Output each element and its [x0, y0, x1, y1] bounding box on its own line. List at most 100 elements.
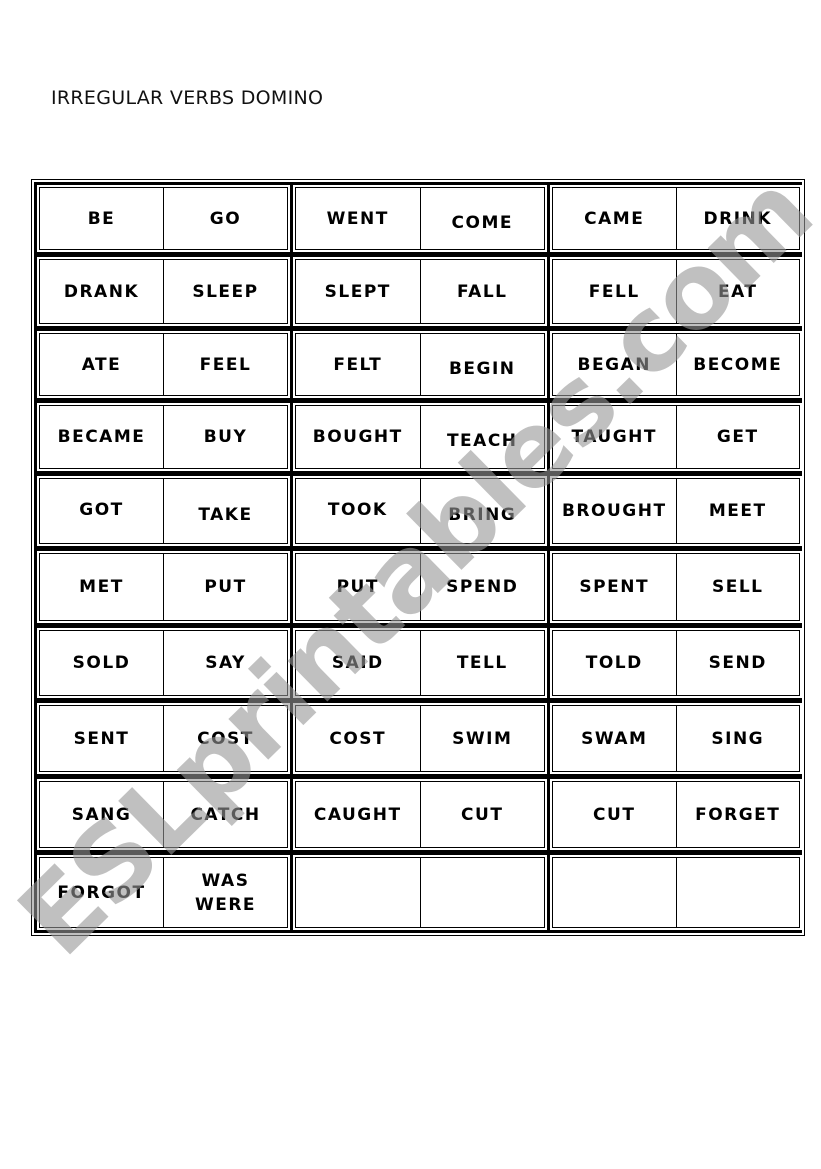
domino-card: BE GO — [37, 185, 290, 252]
domino-board: BE GO WENT COME CAME DRINK DRANK SLEEP SLEPT FALL… — [31, 179, 805, 936]
domino-left-word: BOUGHT — [296, 406, 421, 468]
domino-left-word: BE — [40, 188, 164, 249]
domino-card-inner: GOT TAKE — [39, 478, 288, 544]
domino-card-inner: CAME DRINK — [552, 187, 800, 250]
board-frame: BE GO WENT COME CAME DRINK DRANK SLEEP SLEPT FALL… — [34, 182, 802, 933]
document-title: IRREGULAR VERBS DOMINO — [51, 87, 324, 109]
domino-card-inner: SPENT SELL — [552, 553, 800, 621]
domino-card: BROUGHT MEET — [550, 476, 802, 546]
domino-left-word: CAUGHT — [296, 782, 421, 847]
domino-card-inner: SWAM SING — [552, 705, 800, 772]
domino-left-word: BROUGHT — [553, 479, 677, 543]
domino-left-word: BECAME — [40, 406, 164, 468]
domino-left-word: PUT — [296, 554, 421, 620]
domino-card-inner: SOLD SAY — [39, 630, 288, 696]
domino-card-inner: MET PUT — [39, 553, 288, 621]
domino-right-word: EAT — [717, 281, 758, 302]
domino-card: TOLD SEND — [550, 628, 802, 698]
domino-card — [550, 855, 802, 930]
domino-card-inner: CAUGHT CUT — [295, 781, 545, 848]
domino-left-word: MET — [40, 554, 164, 620]
domino-card: BECAME BUY — [37, 403, 290, 471]
domino-right-word: SELL — [711, 577, 764, 597]
domino-card-inner: CUT FORGET — [552, 781, 800, 848]
domino-card: FELL EAT — [550, 257, 802, 326]
domino-card-inner: COST SWIM — [295, 705, 545, 772]
domino-left-word: SAID — [296, 631, 421, 695]
domino-card-inner: SENT COST — [39, 705, 288, 772]
domino-card-inner: FELL EAT — [552, 259, 800, 324]
domino-right-word: SPEND — [446, 577, 519, 597]
domino-left-word: DRANK — [40, 260, 164, 323]
domino-right-word: COME — [451, 212, 513, 233]
domino-right-word: GET — [716, 427, 759, 447]
domino-left-word: GOT — [40, 479, 164, 543]
domino-left-word: SENT — [40, 706, 164, 771]
domino-left-word — [296, 858, 421, 927]
domino-right-word: CUT — [461, 804, 504, 825]
domino-card-inner: BE GO — [39, 187, 288, 250]
domino-card: SANG CATCH — [37, 779, 290, 850]
domino-card: COST SWIM — [293, 703, 547, 774]
domino-card-inner: BECAME BUY — [39, 405, 288, 469]
domino-card: SOLD SAY — [37, 628, 290, 698]
domino-right-word: CATCH — [190, 804, 261, 825]
domino-right-word: SAY — [205, 653, 246, 673]
domino-grid: BE GO WENT COME CAME DRINK DRANK SLEEP SLEPT FALL… — [37, 185, 802, 930]
domino-card: TAUGHT GET — [550, 403, 802, 471]
domino-card: SPENT SELL — [550, 551, 802, 623]
domino-card-inner: BEGAN BECOME — [552, 333, 800, 396]
domino-right-word: TAKE — [198, 505, 253, 525]
domino-left-word: FELL — [553, 260, 677, 323]
domino-card-inner: BOUGHT TEACH — [295, 405, 545, 469]
domino-left-word: SLEPT — [296, 260, 421, 323]
domino-card: CUT FORGET — [550, 779, 802, 850]
domino-card: SENT COST — [37, 703, 290, 774]
domino-right-word: BEGIN — [448, 358, 516, 379]
domino-left-word: CUT — [553, 782, 677, 847]
domino-right-word: GO — [209, 208, 242, 229]
domino-left-word: SOLD — [40, 631, 164, 695]
domino-card-inner — [295, 857, 545, 928]
domino-left-word: COST — [296, 706, 421, 771]
domino-card: BOUGHT TEACH — [293, 403, 547, 471]
domino-card: CAUGHT CUT — [293, 779, 547, 850]
domino-card: GOT TAKE — [37, 476, 290, 546]
domino-card: SLEPT FALL — [293, 257, 547, 326]
domino-card: MET PUT — [37, 551, 290, 623]
domino-card: FELT BEGIN — [293, 331, 547, 398]
domino-right-word — [677, 858, 800, 927]
domino-card-inner: SANG CATCH — [39, 781, 288, 848]
domino-card: FORGOT WAS WERE — [37, 855, 290, 930]
domino-card-inner: PUT SPEND — [295, 553, 545, 621]
domino-card: BEGAN BECOME — [550, 331, 802, 398]
domino-left-word: WENT — [296, 188, 421, 249]
domino-right-word: FALL — [457, 281, 508, 302]
domino-card: TOOK BRING — [293, 476, 547, 546]
domino-left-word: CAME — [553, 188, 677, 249]
domino-right-word: BRING — [448, 505, 517, 525]
domino-card: DRANK SLEEP — [37, 257, 290, 326]
domino-left-word: FELT — [296, 334, 421, 395]
domino-card: SAID TELL — [293, 628, 547, 698]
domino-card: WENT COME — [293, 185, 547, 252]
domino-right-word: MEET — [708, 501, 767, 521]
domino-left-word: SWAM — [553, 706, 677, 771]
domino-left-word — [553, 858, 677, 927]
domino-card-inner: FORGOT WAS WERE — [39, 857, 288, 928]
domino-left-word: SPENT — [553, 554, 677, 620]
domino-right-word — [421, 858, 545, 927]
domino-right-word: TEACH — [446, 431, 518, 451]
domino-right-word: SWIM — [452, 728, 513, 749]
domino-card: ATE FEEL — [37, 331, 290, 398]
domino-right-word: FEEL — [199, 354, 252, 375]
domino-left-word: TOLD — [553, 631, 677, 695]
domino-card: CAME DRINK — [550, 185, 802, 252]
domino-card: SWAM SING — [550, 703, 802, 774]
domino-card-inner: TAUGHT GET — [552, 405, 800, 469]
domino-card-inner: SAID TELL — [295, 630, 545, 696]
domino-card-inner: TOOK BRING — [295, 478, 545, 544]
domino-left-word: TOOK — [296, 479, 421, 543]
domino-card-inner: ATE FEEL — [39, 333, 288, 396]
domino-right-word: BECOME — [693, 354, 783, 375]
